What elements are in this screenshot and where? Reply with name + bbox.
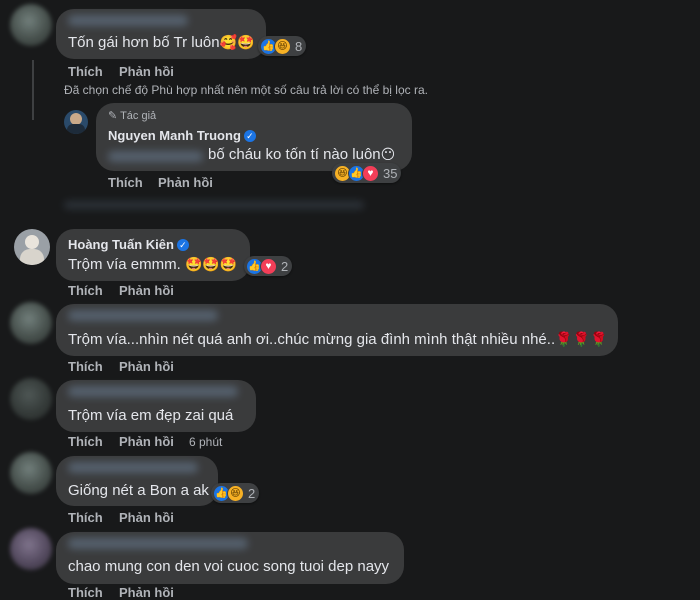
reaction-count: 8 [295, 38, 303, 54]
comment-text: Giống nét a Bon a ak [68, 482, 209, 499]
blurred-author-name [68, 15, 188, 26]
reply-button[interactable]: Phản hồi [119, 359, 174, 374]
blurred-author-name [68, 462, 198, 473]
verified-badge-icon: ✓ [176, 239, 189, 251]
avatar[interactable] [10, 452, 52, 494]
reply-emoji: 😶 [380, 146, 396, 162]
reaction-count: 35 [383, 165, 398, 181]
love-icon: ♥ [362, 164, 379, 182]
like-button[interactable]: Thích [68, 359, 103, 374]
comment-text: chao mung con den voi cuoc song tuoi dep… [68, 558, 389, 575]
avatar[interactable] [10, 528, 52, 570]
comment-text-content: Trộm vía em đẹp zai quá [68, 407, 234, 424]
haha-icon: 😆 [227, 484, 244, 502]
like-button[interactable]: Thích [68, 283, 103, 298]
blurred-author-name [68, 538, 248, 549]
haha-icon: 😆 [274, 37, 291, 55]
author-badge-label: Tác giả [120, 110, 157, 122]
reaction-summary[interactable]: 👍 😆 2 [211, 483, 260, 503]
comment-text-content: Giống nét a Bon a ak [68, 482, 209, 499]
reply-button[interactable]: Phản hồi [119, 64, 174, 79]
comment-text: Tốn gái hơn bố Tr luôn🥰🤩 [68, 34, 254, 51]
comment-text-content: Tốn gái hơn bố Tr luôn [68, 34, 220, 51]
comment-bubble: Tốn gái hơn bố Tr luôn🥰🤩 [56, 9, 266, 59]
comment-text-content: Trộm vía emmm. [68, 256, 185, 273]
thread-line [32, 60, 34, 120]
reaction-summary[interactable]: 👍 ♥ 2 [244, 256, 293, 276]
avatar[interactable] [10, 4, 52, 46]
author-name-text[interactable]: Hoàng Tuấn Kiên [68, 237, 174, 252]
love-icon: ♥ [260, 257, 277, 275]
reaction-count: 2 [281, 258, 289, 274]
blurred-author-name [68, 310, 218, 321]
avatar[interactable] [10, 378, 52, 420]
comment-emoji: 🌹🌹🌹 [555, 331, 608, 347]
comment-bubble: Hoàng Tuấn Kiên ✓ Trộm vía emmm. 🤩🤩🤩 [56, 229, 250, 281]
like-button[interactable]: Thích [108, 175, 143, 190]
filter-notice: Đã chọn chế độ Phù hợp nhất nên một số c… [64, 83, 428, 97]
comment-bubble: chao mung con den voi cuoc song tuoi dep… [56, 532, 404, 584]
like-button[interactable]: Thích [68, 510, 103, 525]
reply-author-name[interactable]: Nguyen Manh Truong ✓ [108, 128, 256, 143]
blurred-more-replies [64, 201, 364, 209]
verified-badge-icon: ✓ [243, 130, 256, 142]
avatar[interactable] [10, 302, 52, 344]
reaction-summary[interactable]: 👍 😆 8 [258, 36, 307, 56]
blurred-author-name [68, 386, 238, 397]
blurred-mention [108, 151, 203, 162]
comment-emoji: 🥰🤩 [219, 34, 255, 50]
author-avatar[interactable] [64, 110, 88, 134]
comment-bubble: Giống nét a Bon a ak [56, 456, 218, 506]
comment-timestamp[interactable]: 6 phút [189, 435, 222, 449]
reply-button[interactable]: Phản hồi [158, 175, 213, 190]
comment-author-name[interactable]: Hoàng Tuấn Kiên ✓ [68, 237, 189, 252]
author-name-text[interactable]: Nguyen Manh Truong [108, 128, 241, 143]
comment-text-content: Trộm vía...nhìn nét quá anh ơi..chúc mừn… [68, 331, 556, 348]
comment-text: Trộm vía emmm. 🤩🤩🤩 [68, 256, 237, 273]
comment-text: Trộm vía em đẹp zai quá [68, 407, 233, 424]
reply-button[interactable]: Phản hồi [119, 510, 174, 525]
comment-bubble: Trộm vía...nhìn nét quá anh ơi..chúc mừn… [56, 304, 618, 356]
reaction-summary[interactable]: 😆 👍 ♥ 35 [332, 163, 402, 183]
like-button[interactable]: Thích [68, 434, 103, 449]
reply-button[interactable]: Phản hồi [119, 434, 174, 449]
reply-bubble: ✎ Tác giả Nguyen Manh Truong ✓ bố cháu ko… [96, 103, 412, 171]
comment-text: Trộm vía...nhìn nét quá anh ơi..chúc mừn… [68, 331, 607, 348]
comment-text-content: chao mung con den voi cuoc song tuoi dep… [68, 558, 390, 575]
reply-button[interactable]: Phản hồi [119, 283, 174, 298]
comment-emoji: 🤩🤩🤩 [184, 256, 238, 272]
reaction-count: 2 [248, 485, 256, 501]
comment-bubble: Trộm vía em đẹp zai quá [56, 380, 256, 432]
pencil-icon: ✎ [108, 110, 118, 122]
reply-text: bố cháu ko tốn tí nào luôn😶 [208, 146, 395, 163]
avatar[interactable] [14, 229, 50, 265]
author-badge: ✎ Tác giả [108, 109, 156, 122]
like-button[interactable]: Thích [68, 64, 103, 79]
reply-text-content: bố cháu ko tốn tí nào luôn [208, 146, 381, 163]
